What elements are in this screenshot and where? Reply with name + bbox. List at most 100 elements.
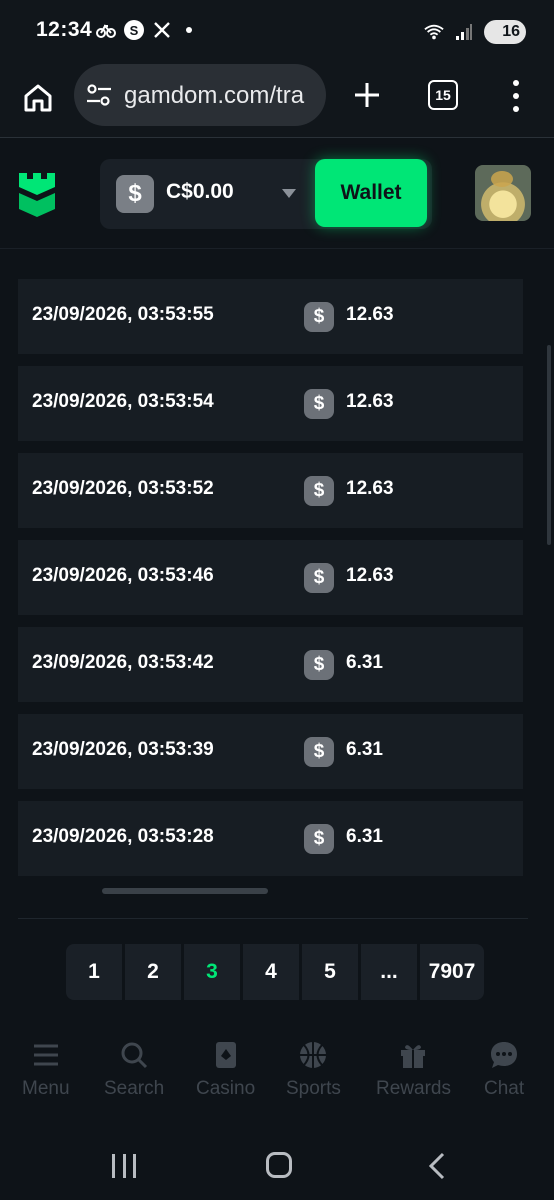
basketball-icon: [300, 1042, 327, 1068]
nav-menu[interactable]: Menu: [22, 1040, 70, 1100]
signal-icon: [454, 22, 474, 42]
nav-search[interactable]: Search: [104, 1040, 164, 1100]
transaction-date: 23/09/2026, 03:53:52: [32, 478, 214, 499]
currency-icon: $: [116, 175, 154, 213]
transactions-list: 23/09/2026, 03:53:55 $12.63 23/09/2026, 03…: [18, 279, 523, 888]
transaction-row: 23/09/2026, 03:53:52 $12.63: [18, 453, 523, 528]
s-app-icon: S: [124, 20, 144, 40]
currency-icon: $: [304, 824, 334, 854]
nav-label: Casino: [196, 1078, 256, 1099]
recent-bar-icon: [133, 1154, 136, 1178]
nav-rewards[interactable]: Rewards: [376, 1040, 451, 1100]
transaction-row: 23/09/2026, 03:53:42 $6.31: [18, 627, 523, 702]
nav-sports[interactable]: Sports: [286, 1040, 341, 1100]
more-dot-icon: [513, 106, 519, 112]
gamdom-logo-icon[interactable]: [16, 171, 58, 217]
bottom-nav: Menu Search Casino Sports Rewards Chat: [0, 1040, 554, 1120]
transaction-amount: 6.31: [346, 826, 383, 847]
chat-icon: [491, 1042, 518, 1068]
gift-icon: [401, 1045, 426, 1068]
new-tab-button[interactable]: [350, 78, 384, 112]
more-dot-icon: [513, 93, 519, 99]
transaction-row: 23/09/2026, 03:53:54 $12.63: [18, 366, 523, 441]
tab-switcher-button[interactable]: 15: [428, 80, 458, 110]
currency-icon: $: [304, 389, 334, 419]
status-system-icons: 16: [424, 20, 526, 44]
currency-icon: $: [304, 737, 334, 767]
currency-icon: $: [304, 563, 334, 593]
status-bar: 12:34 S 16: [0, 0, 554, 62]
currency-icon: $: [304, 476, 334, 506]
transaction-row: 23/09/2026, 03:53:46 $12.63: [18, 540, 523, 615]
back-button[interactable]: [426, 1152, 452, 1180]
tab-count: 15: [435, 87, 451, 103]
menu-icon: [33, 1044, 58, 1066]
notification-bike-icon: [96, 20, 116, 40]
page-button[interactable]: 2: [125, 944, 181, 1000]
status-notification-icons: S: [96, 20, 192, 40]
transaction-amount: 12.63: [346, 391, 394, 412]
page-button[interactable]: 5: [302, 944, 358, 1000]
nav-label: Menu: [22, 1078, 70, 1099]
page-button[interactable]: 1: [66, 944, 122, 1000]
url-bar[interactable]: gamdom.com/tra: [74, 64, 326, 126]
nav-label: Chat: [484, 1078, 525, 1099]
transaction-date: 23/09/2026, 03:53:39: [32, 739, 214, 760]
transaction-amount: 12.63: [346, 304, 394, 325]
transaction-amount: 12.63: [346, 478, 394, 499]
horizontal-scrollbar[interactable]: [102, 888, 268, 894]
transaction-date: 23/09/2026, 03:53:55: [32, 304, 214, 325]
system-nav-bar: [0, 1128, 554, 1200]
more-dot-icon: [513, 80, 519, 86]
site-settings-icon[interactable]: [86, 84, 112, 106]
browser-toolbar: gamdom.com/tra 15: [0, 62, 554, 138]
nav-label: Rewards: [376, 1078, 451, 1099]
page-button[interactable]: 3: [184, 944, 240, 1000]
system-home-button[interactable]: [266, 1152, 292, 1178]
page-button[interactable]: 4: [243, 944, 299, 1000]
wifi-icon: [424, 22, 444, 42]
recent-apps-button[interactable]: [112, 1154, 136, 1178]
search-icon: [121, 1042, 148, 1069]
dot-icon: [186, 27, 192, 33]
page-button[interactable]: 7907: [420, 944, 484, 1000]
caret-down-icon[interactable]: [282, 189, 296, 198]
nav-label: Sports: [286, 1078, 341, 1099]
balance-amount: C$0.00: [166, 180, 234, 203]
transaction-date: 23/09/2026, 03:53:28: [32, 826, 214, 847]
nav-casino[interactable]: Casino: [196, 1040, 255, 1100]
currency-icon: $: [304, 650, 334, 680]
home-icon: [24, 84, 52, 112]
home-button[interactable]: [18, 78, 58, 118]
transaction-row: 23/09/2026, 03:53:39 $6.31: [18, 714, 523, 789]
transaction-row: 23/09/2026, 03:53:55 $12.63: [18, 279, 523, 354]
recent-bar-icon: [112, 1154, 115, 1178]
transaction-amount: 6.31: [346, 652, 383, 673]
transaction-date: 23/09/2026, 03:53:54: [32, 391, 214, 412]
status-time: 12:34: [36, 18, 93, 41]
transaction-amount: 12.63: [346, 565, 394, 586]
transaction-date: 23/09/2026, 03:53:42: [32, 652, 214, 673]
nav-chat[interactable]: Chat: [484, 1040, 524, 1100]
recent-bar-icon: [122, 1154, 126, 1178]
pagination: 1 2 3 4 5... 7907: [66, 944, 484, 1000]
battery-icon: 16: [484, 20, 526, 44]
url-text: gamdom.com/tra: [124, 82, 305, 109]
battery-level: 16: [502, 23, 520, 40]
avatar[interactable]: [475, 165, 531, 221]
divider: [18, 918, 528, 919]
x-app-icon: [152, 20, 172, 40]
currency-icon: $: [304, 302, 334, 332]
transaction-row: 23/09/2026, 03:53:28 $6.31: [18, 801, 523, 876]
transaction-date: 23/09/2026, 03:53:46: [32, 565, 214, 586]
more-options-button[interactable]: [506, 80, 526, 112]
site-header: $ C$0.00 Wallet: [0, 139, 554, 249]
casino-card-icon: [215, 1042, 236, 1068]
vertical-scrollbar[interactable]: [547, 345, 551, 545]
nav-label: Search: [104, 1078, 165, 1099]
balance-selector[interactable]: $ C$0.00 Wallet: [100, 159, 432, 229]
page-ellipsis[interactable]: ...: [361, 944, 417, 1000]
transaction-amount: 6.31: [346, 739, 383, 760]
plus-icon: [355, 83, 379, 107]
wallet-button[interactable]: Wallet: [315, 159, 427, 227]
